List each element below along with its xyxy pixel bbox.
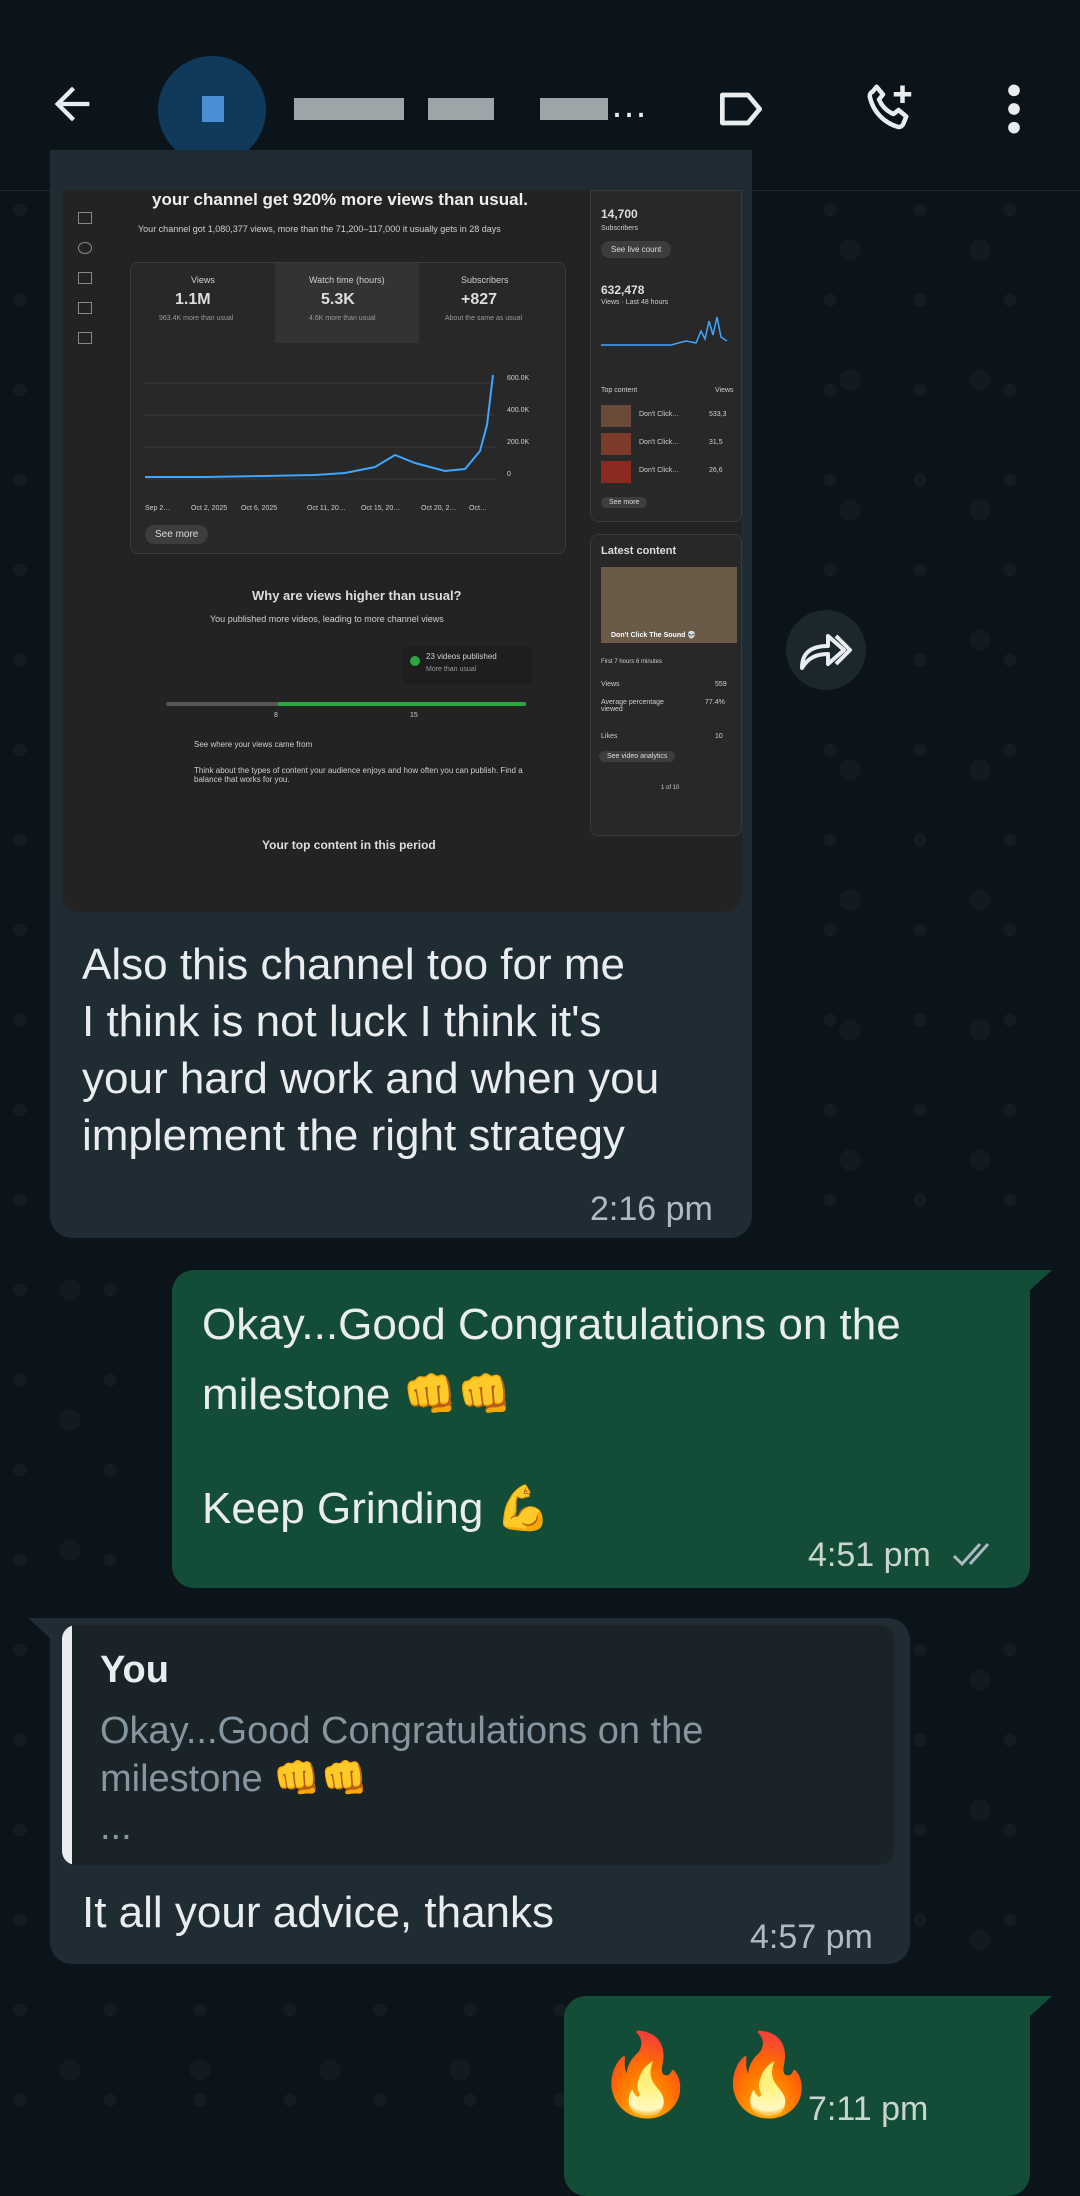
message-text: It all your advice, thanks — [82, 1888, 555, 1937]
quoted-message[interactable]: You Okay...Good Congratulations on the m… — [62, 1625, 894, 1865]
label-button[interactable] — [706, 74, 776, 144]
shot-subline: Your channel got 1,080,377 views, more t… — [138, 224, 501, 234]
message-time: 7:11 pm — [808, 2090, 929, 2128]
shot-latest-panel: Latest content Don't Click The Sound 💀 F… — [590, 534, 742, 836]
more-options-button[interactable] — [984, 74, 1044, 144]
quote-text: Okay...Good Congratulations on the miles… — [100, 1710, 704, 1848]
shared-screenshot-image[interactable]: your channel get 920% more views than us… — [62, 190, 742, 912]
back-button[interactable] — [36, 68, 108, 140]
message-time: 4:57 pm — [750, 1918, 873, 1956]
shot-headline: your channel get 920% more views than us… — [152, 190, 529, 209]
message-text: Okay...Good Congratulations on the miles… — [202, 1300, 901, 1533]
forward-icon — [800, 634, 852, 670]
back-arrow-icon — [54, 86, 90, 122]
quote-author: You — [100, 1649, 169, 1691]
shot-stats-panel: Views 1.1M 963.4K more than usual Watch … — [130, 262, 566, 554]
bubble-tail — [1028, 1996, 1052, 2018]
add-call-icon — [867, 84, 912, 130]
message-time: 4:51 pm — [808, 1536, 931, 1574]
message-time: 2:16 pm — [590, 1190, 713, 1228]
contact-avatar[interactable] — [158, 56, 266, 164]
label-icon — [720, 92, 762, 126]
shot-views-chart — [145, 374, 495, 480]
add-call-button[interactable] — [852, 70, 928, 146]
contact-name-ellipsis: … — [610, 84, 650, 126]
message-text: 🔥 🔥 — [596, 2030, 818, 2119]
double-check-icon — [952, 1542, 990, 1567]
bubble-tail — [1028, 1270, 1052, 1292]
bubble-tail — [28, 1618, 52, 1640]
more-vert-icon — [1008, 84, 1020, 134]
message-text: Also this channel too for me I think is … — [82, 940, 660, 1160]
forward-button[interactable] — [786, 610, 866, 690]
shot-right-panel: 14,700 Subscribers See live count 632,47… — [590, 190, 742, 522]
